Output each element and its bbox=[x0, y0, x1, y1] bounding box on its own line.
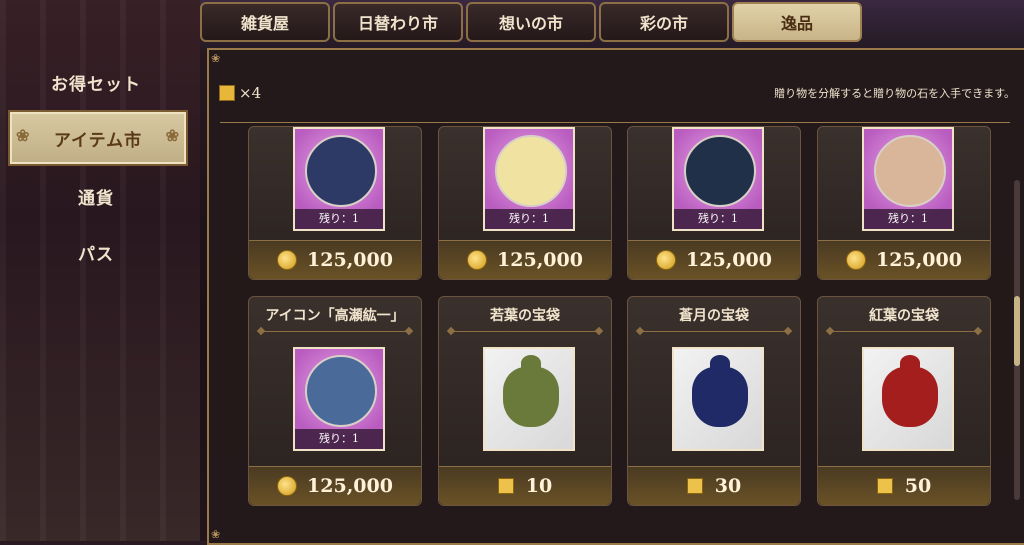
item-thumbnail: 残り：1 bbox=[483, 127, 575, 231]
price-button[interactable]: 125,000 bbox=[818, 240, 990, 279]
gift-stone-icon bbox=[497, 478, 514, 494]
side-item-label: お得セット bbox=[51, 74, 141, 95]
title-divider bbox=[640, 331, 788, 332]
header-note: 贈り物を分解すると贈り物の石を入手できます。 bbox=[774, 87, 1015, 100]
price-value: 125,000 bbox=[686, 249, 772, 271]
coin-icon bbox=[467, 250, 488, 270]
item-thumbnail: 残り：1 bbox=[293, 347, 385, 451]
remaining-stock: 残り：1 bbox=[295, 209, 383, 229]
tab-feelings-market[interactable]: 想いの市 bbox=[466, 2, 596, 42]
coin-icon bbox=[277, 250, 298, 270]
tab-daily-market[interactable]: 日替わり市 bbox=[333, 2, 463, 42]
tab-label: 日替わり市 bbox=[357, 14, 438, 33]
tab-color-market[interactable]: 彩の市 bbox=[599, 2, 729, 42]
gift-stone-icon bbox=[876, 478, 893, 494]
price-button[interactable]: 30 bbox=[628, 466, 800, 505]
shop-item-card[interactable]: アイコン「高瀬紘一」 残り：1 125,000 bbox=[248, 296, 422, 506]
price-button[interactable]: 125,000 bbox=[439, 240, 611, 279]
remaining-stock: 残り：1 bbox=[295, 429, 383, 449]
side-item-label: パス bbox=[78, 244, 114, 265]
panel-header: ×4 贈り物を分解すると贈り物の石を入手できます。 bbox=[219, 78, 1019, 108]
price-button[interactable]: 50 bbox=[818, 466, 990, 505]
item-title: 若葉の宝袋 bbox=[490, 308, 560, 324]
item-thumbnail bbox=[672, 347, 764, 451]
gift-stone-count: ×4 bbox=[239, 84, 262, 102]
header-divider bbox=[220, 122, 1010, 123]
coin-icon bbox=[277, 476, 298, 496]
item-title: アイコン「高瀬紘一」 bbox=[265, 308, 405, 324]
item-thumbnail: 残り：1 bbox=[672, 127, 764, 231]
gift-stone-icon bbox=[219, 85, 235, 101]
tab-premium[interactable]: 逸品 bbox=[732, 2, 862, 42]
treasure-bag-icon bbox=[692, 355, 748, 427]
gift-stone-icon bbox=[686, 478, 703, 494]
shop-item-card[interactable]: 残り：1 125,000 bbox=[627, 126, 801, 280]
tab-label: 彩の市 bbox=[639, 14, 688, 33]
avatar-icon bbox=[305, 355, 377, 427]
price-button[interactable]: 10 bbox=[439, 466, 611, 505]
side-item-deals[interactable]: お得セット bbox=[8, 56, 184, 108]
side-item-label: アイテム市 bbox=[53, 130, 143, 151]
scrollbar-thumb[interactable] bbox=[1014, 296, 1020, 366]
shop-item-card[interactable]: 蒼月の宝袋 30 bbox=[627, 296, 801, 506]
shop-item-card[interactable]: 残り：1 125,000 bbox=[248, 126, 422, 280]
price-button[interactable]: 125,000 bbox=[628, 240, 800, 279]
shop-item-card[interactable]: 紅葉の宝袋 50 bbox=[817, 296, 991, 506]
avatar-icon bbox=[874, 135, 946, 207]
coin-icon bbox=[656, 250, 677, 270]
item-thumbnail bbox=[483, 347, 575, 451]
price-value: 30 bbox=[714, 475, 742, 497]
item-thumbnail bbox=[862, 347, 954, 451]
remaining-stock: 残り：1 bbox=[864, 209, 952, 229]
side-item-item-market[interactable]: アイテム市 bbox=[8, 110, 188, 166]
side-item-label: 通貨 bbox=[78, 188, 114, 209]
treasure-bag-icon bbox=[503, 355, 559, 427]
title-divider bbox=[830, 331, 978, 332]
item-title: 蒼月の宝袋 bbox=[679, 308, 749, 324]
avatar-icon bbox=[684, 135, 756, 207]
price-button[interactable]: 125,000 bbox=[249, 466, 421, 505]
tab-label: 逸品 bbox=[780, 14, 813, 33]
price-value: 125,000 bbox=[497, 249, 583, 271]
tab-label: 想いの市 bbox=[498, 14, 563, 33]
corner-ornament: ❀ bbox=[211, 528, 221, 541]
corner-ornament: ❀ bbox=[211, 52, 221, 65]
shop-item-card[interactable]: 若葉の宝袋 10 bbox=[438, 296, 612, 506]
remaining-stock: 残り：1 bbox=[485, 209, 573, 229]
item-thumbnail: 残り：1 bbox=[293, 127, 385, 231]
title-divider bbox=[261, 331, 409, 332]
remaining-stock: 残り：1 bbox=[674, 209, 762, 229]
item-title: 紅葉の宝袋 bbox=[869, 308, 939, 324]
side-item-pass[interactable]: パス bbox=[8, 226, 184, 278]
price-value: 50 bbox=[904, 475, 932, 497]
coin-icon bbox=[846, 250, 867, 270]
title-divider bbox=[451, 331, 599, 332]
item-thumbnail: 残り：1 bbox=[862, 127, 954, 231]
price-value: 125,000 bbox=[307, 249, 393, 271]
shop-item-card[interactable]: 残り：1 125,000 bbox=[817, 126, 991, 280]
price-value: 125,000 bbox=[307, 475, 393, 497]
tab-general-store[interactable]: 雑貨屋 bbox=[200, 2, 330, 42]
price-value: 10 bbox=[525, 475, 553, 497]
price-value: 125,000 bbox=[876, 249, 962, 271]
avatar-icon bbox=[495, 135, 567, 207]
treasure-bag-icon bbox=[882, 355, 938, 427]
avatar-icon bbox=[305, 135, 377, 207]
shop-item-card[interactable]: 残り：1 125,000 bbox=[438, 126, 612, 280]
tab-label: 雑貨屋 bbox=[240, 14, 289, 33]
price-button[interactable]: 125,000 bbox=[249, 240, 421, 279]
side-item-currency[interactable]: 通貨 bbox=[8, 170, 184, 222]
